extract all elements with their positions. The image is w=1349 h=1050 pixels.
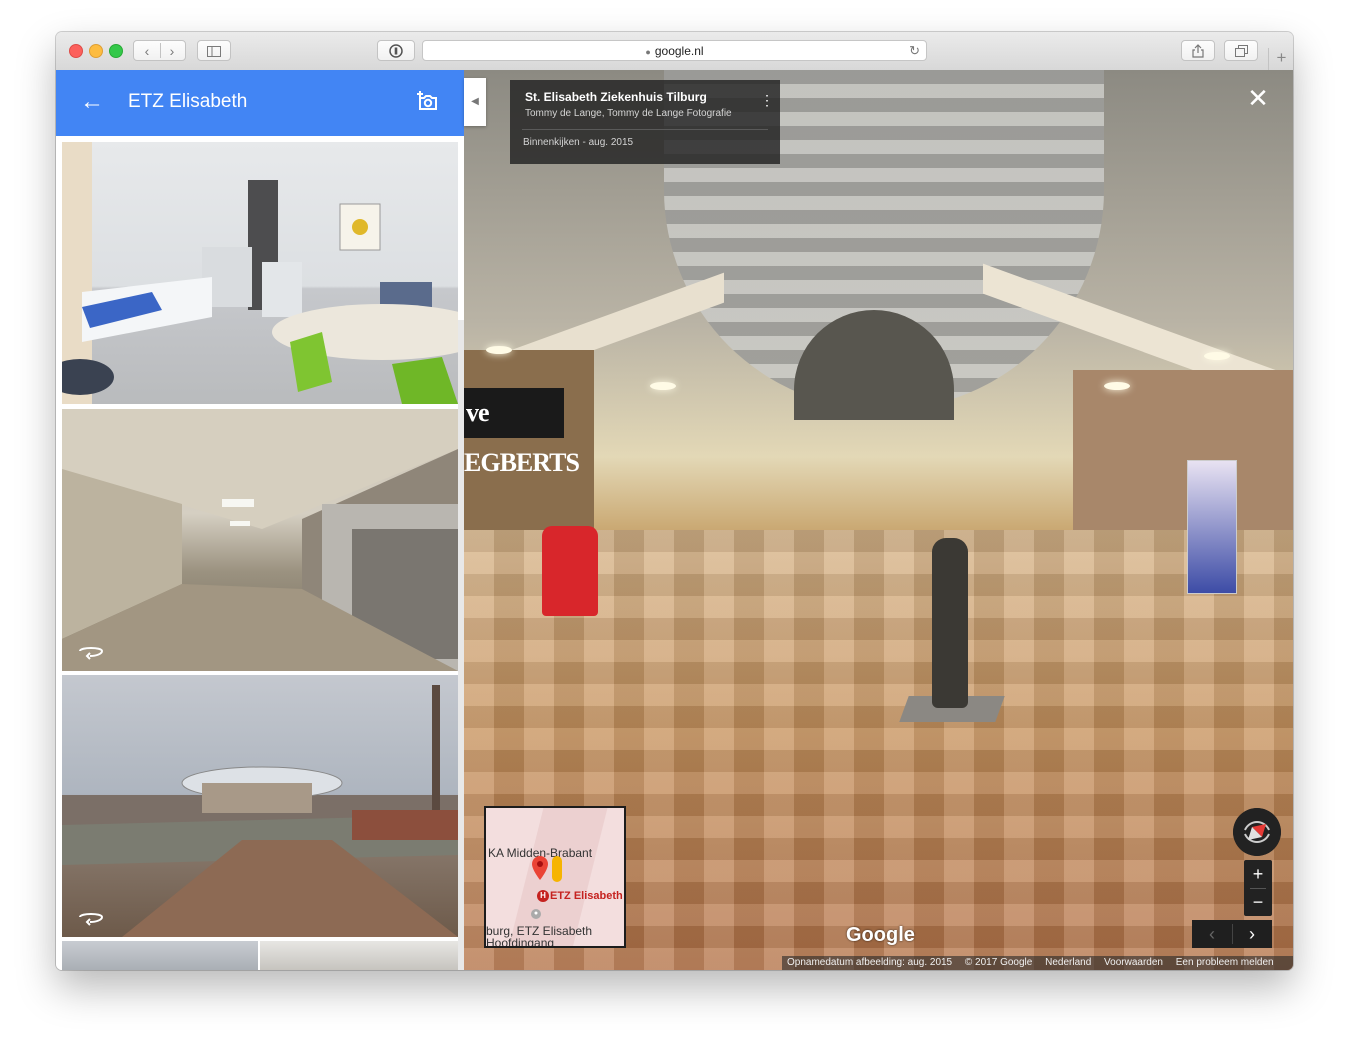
photo-thumbnail[interactable] [260, 941, 458, 970]
close-window-button[interactable] [69, 44, 83, 58]
map-pin-icon [532, 856, 548, 880]
hospital-icon: H [537, 890, 549, 902]
shop-sign: ve EGBERTS [464, 388, 580, 477]
address-bar[interactable]: ● google.nl ↻ [422, 40, 927, 61]
zoom-window-button[interactable] [109, 44, 123, 58]
photos-panel: ← ETZ Elisabeth [56, 70, 464, 970]
panorama-thumbnail[interactable] [62, 675, 458, 937]
chevron-left-icon[interactable]: ‹ [135, 41, 160, 62]
country-link[interactable]: Nederland [1045, 957, 1091, 968]
new-tab-button[interactable]: + [1268, 48, 1293, 70]
minimize-window-button[interactable] [89, 44, 103, 58]
compass-icon[interactable] [1233, 808, 1281, 856]
place-title: ETZ Elisabeth [128, 91, 248, 112]
panorama-360-icon [79, 913, 104, 926]
capture-date: Binnenkijken - aug. 2015 [523, 137, 634, 148]
pegman-icon [552, 856, 562, 882]
panel-header: ← ETZ Elisabeth [56, 70, 464, 136]
map-label-entrance: burg, ETZ Elisabeth Hoofdingang [486, 925, 592, 948]
red-table [542, 526, 598, 616]
page-content: ← ETZ Elisabeth ◀ ve EGBERTS St. Elisabe… [56, 70, 1293, 970]
share-button[interactable] [1181, 40, 1215, 61]
google-logo: Google [846, 924, 915, 946]
map-label-place: ETZ Elisabeth [550, 890, 623, 902]
url-text: google.nl [654, 44, 704, 58]
tab-overview-button[interactable] [1224, 40, 1258, 61]
info-divider [522, 129, 768, 130]
panorama-360-icon [79, 647, 104, 660]
zoom-divider [1250, 888, 1266, 889]
browser-toolbar: ‹ › ● google.nl ↻ + [56, 32, 1293, 71]
ceiling-light [1204, 352, 1230, 360]
share-icon [1192, 44, 1204, 58]
panorama-thumbnail[interactable] [62, 409, 458, 671]
arrow-left-icon[interactable]: ← [80, 86, 104, 118]
sidebar-toggle-button[interactable] [197, 40, 231, 61]
ceiling-light [650, 382, 676, 390]
next-arrow-icon[interactable]: › [1232, 920, 1272, 948]
room-illustration [62, 142, 458, 404]
image-info-card: St. Elisabeth Ziekenhuis Tilburg Tommy d… [510, 80, 780, 164]
sidebar-icon [207, 46, 221, 57]
close-icon[interactable]: ✕ [1246, 85, 1270, 111]
info-banner [1187, 460, 1237, 594]
zoom-control: + − [1244, 860, 1272, 916]
exterior-illustration [62, 685, 458, 937]
nav-divider [160, 43, 161, 58]
collapse-panel-button[interactable]: ◀ [464, 78, 486, 126]
lock-icon: ● [645, 47, 651, 57]
reader-button[interactable] [377, 40, 415, 61]
entrance-line-2: Hoofdingang [486, 936, 555, 948]
add-photo-icon[interactable] [416, 90, 440, 114]
terms-link[interactable]: Voorwaarden [1104, 957, 1163, 968]
browser-window: ‹ › ● google.nl ↻ + ← ETZ Elisabeth ◀ ve… [56, 32, 1293, 970]
report-problem-link[interactable]: Een probleem melden [1176, 957, 1274, 968]
mini-map[interactable]: KA Midden-Brabant H ETZ Elisabeth ● burg… [484, 806, 626, 948]
zoom-in-button[interactable]: + [1244, 860, 1272, 888]
photo-thumbnail[interactable] [62, 142, 458, 404]
statue [932, 538, 968, 708]
ceiling-light [486, 346, 512, 354]
location-title[interactable]: St. Elisabeth Ziekenhuis Tilburg [525, 90, 707, 104]
street-view[interactable]: ve EGBERTS St. Elisabeth Ziekenhuis Tilb… [464, 70, 1293, 970]
reload-icon[interactable]: ↻ [909, 41, 920, 61]
attribution-bar: Opnamedatum afbeelding: aug. 2015 © 2017… [782, 956, 1293, 970]
previous-arrow-icon[interactable]: ‹ [1192, 920, 1232, 948]
capture-date-label: Opnamedatum afbeelding: aug. 2015 [787, 957, 953, 968]
bus-stop-icon: ● [531, 909, 541, 919]
zoom-out-button[interactable]: − [1244, 888, 1272, 916]
copyright: © 2017 Google [964, 957, 1033, 968]
photo-thumbnail[interactable] [62, 941, 258, 970]
history-nav-group: ‹ › [133, 40, 186, 61]
more-vert-icon[interactable]: ⋮ [760, 90, 774, 110]
ceiling-light [1104, 382, 1130, 390]
tabs-icon [1234, 45, 1248, 57]
chevron-right-icon[interactable]: › [160, 41, 185, 62]
photo-nav-control: ‹ › [1192, 920, 1272, 948]
reader-icon [389, 44, 403, 58]
corridor-illustration [62, 409, 458, 671]
photographer[interactable]: Tommy de Lange, Tommy de Lange Fotografi… [525, 108, 732, 119]
